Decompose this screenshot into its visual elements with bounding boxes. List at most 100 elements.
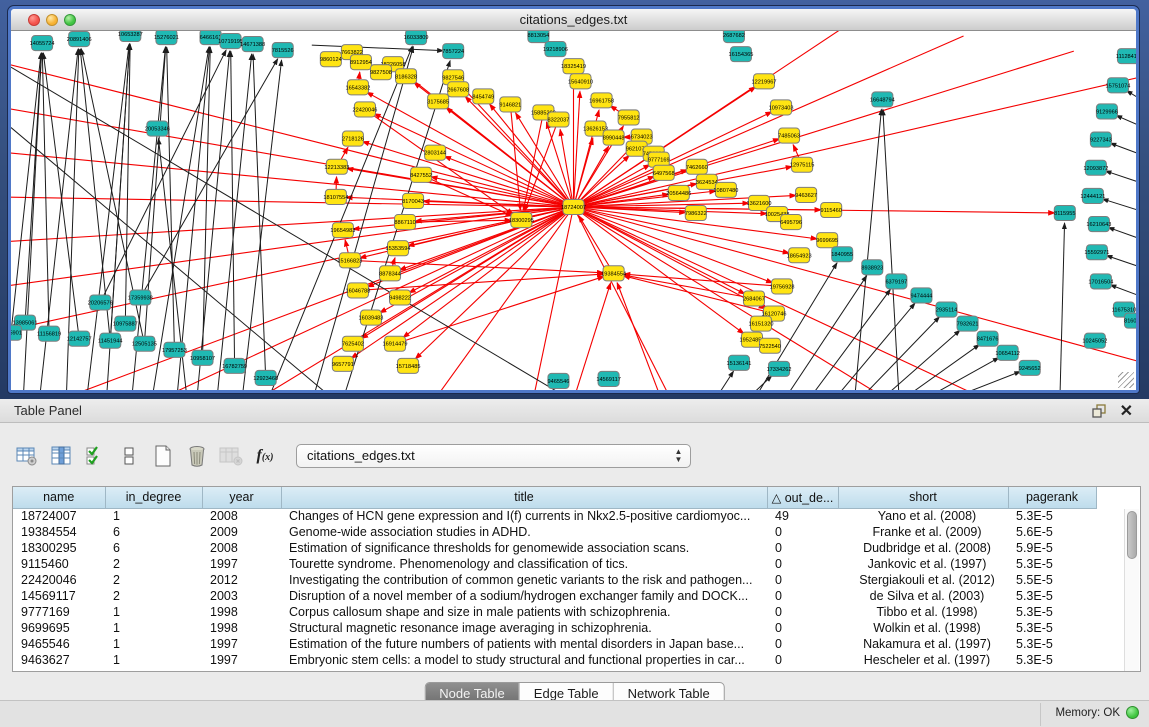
edge[interactable]: [1105, 171, 1136, 184]
column-header-year[interactable]: year: [202, 487, 281, 508]
graph-node-8990448[interactable]: 8990448: [603, 130, 625, 145]
graph-node-12975115[interactable]: 12975115: [790, 157, 815, 172]
graph-node-8912954[interactable]: 8912954: [350, 55, 372, 70]
graph-node-10245052[interactable]: 10245052: [1082, 333, 1107, 348]
edge[interactable]: [1060, 223, 1065, 390]
graph-node-8813054[interactable]: 8813054: [528, 31, 550, 43]
graph-node-3175685[interactable]: 3175685: [427, 94, 449, 109]
graph-node-8322037[interactable]: 8322037: [548, 112, 570, 127]
graph-node-14569117[interactable]: 14569117: [596, 371, 621, 386]
graph-node-8115955[interactable]: 8115955: [1054, 205, 1075, 220]
graph-node-16033809[interactable]: 16033809: [404, 31, 429, 45]
graph-node-6379197[interactable]: 6379197: [885, 274, 907, 289]
edge[interactable]: [883, 109, 899, 390]
node-table[interactable]: namein_degreeyeartitle△ out_de...shortpa…: [13, 487, 1097, 668]
graph-node-10807480[interactable]: 10807480: [713, 182, 738, 197]
edge[interactable]: [1116, 115, 1136, 127]
graph-node-9245652[interactable]: 9245652: [1019, 360, 1041, 375]
table-row[interactable]: 1872400712008Changes of HCN gene express…: [13, 508, 1096, 524]
graph-node-16046788[interactable]: 16046788: [345, 283, 370, 298]
network-window[interactable]: citations_edges.txt 18724007183002951938…: [8, 6, 1139, 393]
graph-node-9146821[interactable]: 9146821: [499, 97, 521, 112]
selected-edge[interactable]: [617, 283, 663, 390]
table-mode-icon[interactable]: [14, 443, 40, 469]
graph-node-9227343[interactable]: 9227343: [1090, 132, 1112, 147]
graph-node-8186328[interactable]: 8186328: [395, 69, 417, 84]
graph-node-9699695[interactable]: 9699695: [816, 233, 838, 248]
graph-node-12093872[interactable]: 12093872: [1083, 160, 1108, 175]
graph-node-7815526[interactable]: 7815526: [272, 43, 294, 58]
graph-node-7625402[interactable]: 7625402: [342, 336, 364, 351]
graph-node-15751074[interactable]: 15751074: [1105, 78, 1130, 93]
graph-node-20564486[interactable]: 20564486: [666, 185, 691, 200]
graph-node-17957253[interactable]: 17957253: [162, 342, 187, 357]
graph-node-9463627[interactable]: 9463627: [795, 187, 817, 202]
graph-node-12219967[interactable]: 12219967: [752, 74, 777, 89]
graph-node-16782759[interactable]: 16782759: [222, 358, 247, 373]
graph-node-14671388[interactable]: 14671388: [240, 37, 265, 52]
graph-node-9474444[interactable]: 9474444: [911, 288, 933, 303]
graph-node-9129966[interactable]: 9129966: [1096, 104, 1118, 119]
network-view-canvas[interactable]: 1872400718300295193845547663822986012489…: [11, 31, 1136, 390]
edge[interactable]: [897, 345, 979, 390]
graph-node-8471676[interactable]: 8471676: [977, 331, 999, 346]
graph-node-14055724[interactable]: 14055724: [30, 36, 55, 51]
graph-node-8867110[interactable]: 8867110: [394, 215, 415, 230]
edge[interactable]: [1108, 227, 1136, 240]
selected-edge[interactable]: [395, 276, 604, 343]
table-select-dropdown[interactable]: citations_edges.txt ▲▼: [296, 444, 691, 468]
function-builder-icon[interactable]: f(x): [252, 443, 278, 469]
graph-node-16151320[interactable]: 16151320: [749, 316, 774, 331]
graph-node-8454749[interactable]: 8454749: [472, 89, 494, 104]
graph-node-18300295[interactable]: 18300295: [509, 213, 534, 228]
graph-node-1840955[interactable]: 1840955: [831, 247, 853, 262]
column-header-title[interactable]: title: [281, 487, 767, 508]
table-row[interactable]: 946554611997Estimation of the future num…: [13, 636, 1096, 652]
close-icon[interactable]: ✕: [1120, 401, 1133, 421]
graph-node-11156819[interactable]: 11156819: [37, 326, 61, 341]
graph-node-9115460[interactable]: 9115460: [820, 202, 841, 217]
graph-node-22420046[interactable]: 22420046: [352, 102, 377, 117]
selected-edge[interactable]: [574, 76, 1137, 207]
graph-node-16914479[interactable]: 16914479: [383, 336, 408, 351]
graph-node-15718485[interactable]: 15718485: [396, 358, 421, 373]
table-row[interactable]: 911546021997Tourette syndrome. Phenomeno…: [13, 556, 1096, 572]
edge[interactable]: [1106, 255, 1136, 268]
window-resize-grip[interactable]: [1118, 372, 1134, 388]
selected-edge[interactable]: [415, 207, 573, 359]
graph-node-18325419[interactable]: 18325419: [561, 59, 586, 74]
table-row[interactable]: 1456911722003Disruption of a novel membe…: [13, 588, 1096, 604]
column-header-short[interactable]: short: [838, 487, 1008, 508]
graph-node-17334262[interactable]: 17334262: [767, 361, 792, 376]
graph-node-7522540[interactable]: 7522540: [759, 338, 781, 353]
edge[interactable]: [125, 44, 130, 324]
graph-node-20053346[interactable]: 20053346: [145, 121, 170, 136]
graph-node-20206576[interactable]: 20206576: [88, 295, 113, 310]
graph-node-16543382[interactable]: 16543382: [345, 80, 370, 95]
graph-node-7986322[interactable]: 7986322: [685, 205, 707, 220]
graph-node-2935114[interactable]: 2935114: [936, 302, 957, 317]
graph-node-8427552[interactable]: 8427552: [410, 167, 432, 182]
memory-indicator[interactable]: Memory: OK: [1055, 706, 1139, 719]
graph-node-12213383[interactable]: 12213383: [324, 159, 349, 174]
new-column-icon[interactable]: [150, 443, 176, 469]
graph-node-15166823[interactable]: 15166823: [337, 253, 362, 268]
graph-node-7932621[interactable]: 7932621: [957, 316, 979, 331]
graph-node-9827508[interactable]: 9827508: [370, 65, 392, 80]
graph-node-15353594[interactable]: 15353594: [386, 241, 411, 256]
edge[interactable]: [167, 47, 175, 350]
graph-node-2667608[interactable]: 2667608: [447, 82, 469, 97]
graph-node-16210643[interactable]: 16210643: [1086, 217, 1111, 232]
graph-node-12142757[interactable]: 12142757: [67, 331, 92, 346]
graph-node-8878344[interactable]: 8878344: [379, 266, 401, 281]
graph-node-9498222[interactable]: 9498222: [389, 290, 411, 305]
graph-node-6497568[interactable]: 6497568: [653, 165, 675, 180]
graph-node-12505135[interactable]: 12505135: [132, 336, 157, 351]
graph-node-16961758[interactable]: 16961758: [589, 93, 614, 108]
graph-node-18724007[interactable]: 18724007: [561, 199, 586, 214]
table-scrollbar-thumb[interactable]: [1127, 511, 1137, 559]
network-window-titlebar[interactable]: citations_edges.txt: [11, 9, 1136, 31]
graph-node-19654983[interactable]: 19654983: [330, 223, 355, 238]
float-window-icon[interactable]: [1091, 403, 1107, 419]
table-row[interactable]: 946362711997Embryonic stem cells: a mode…: [13, 652, 1096, 668]
